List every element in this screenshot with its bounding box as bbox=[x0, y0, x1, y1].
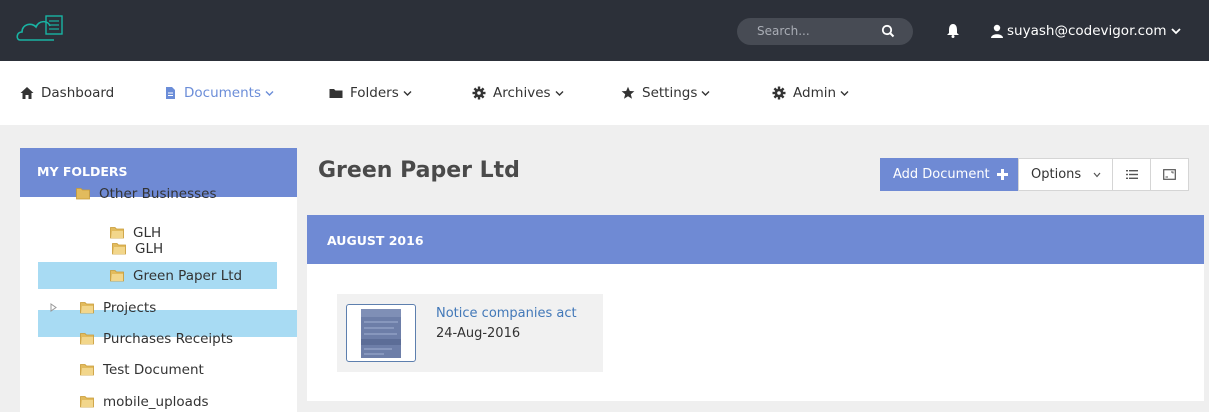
document-icon bbox=[166, 87, 175, 99]
document-name-link[interactable]: Notice companies act bbox=[436, 306, 577, 321]
nav-archives-label: Archives bbox=[493, 85, 551, 101]
nav-archives[interactable]: Archives bbox=[472, 84, 564, 102]
chevron-down-icon bbox=[265, 90, 274, 96]
tree-item-label: Other Businesses bbox=[99, 185, 217, 202]
chevron-down-icon bbox=[701, 90, 710, 96]
folder-icon bbox=[112, 243, 126, 255]
top-bar: Search... suyash@codevigor.com bbox=[0, 0, 1209, 61]
chevron-down-icon bbox=[555, 90, 564, 96]
tree-item-mobile-uploads[interactable]: mobile_uploads bbox=[80, 388, 209, 412]
nav-documents-label: Documents bbox=[184, 85, 261, 101]
user-menu[interactable]: suyash@codevigor.com bbox=[990, 21, 1181, 41]
document-thumbnail[interactable] bbox=[346, 304, 416, 362]
month-group-header: AUGUST 2016 bbox=[307, 215, 1204, 264]
chevron-down-icon bbox=[403, 90, 412, 96]
expand-arrow-icon[interactable] bbox=[50, 303, 57, 312]
folder-icon bbox=[80, 364, 94, 376]
nav-folders[interactable]: Folders bbox=[329, 84, 412, 102]
tree-item-label: GLH bbox=[135, 240, 164, 257]
tree-item-label: Purchases Receipts bbox=[103, 330, 234, 347]
plus-icon bbox=[996, 169, 1008, 180]
list-icon bbox=[1125, 170, 1138, 179]
tree-item-label: Projects bbox=[103, 299, 157, 316]
nav-admin[interactable]: Admin bbox=[772, 84, 849, 102]
tree-item-label: mobile_uploads bbox=[103, 393, 209, 410]
folder-icon bbox=[329, 89, 343, 98]
star-icon bbox=[621, 86, 635, 99]
folder-icon bbox=[76, 188, 90, 200]
folder-icon bbox=[80, 396, 94, 408]
nav-settings[interactable]: Settings bbox=[621, 84, 710, 102]
add-document-label: Add Document bbox=[893, 167, 990, 182]
page-title: Green Paper Ltd bbox=[318, 158, 520, 183]
tree-item-projects[interactable]: Projects bbox=[80, 294, 156, 321]
search-box[interactable]: Search... bbox=[737, 18, 913, 45]
gear-icon bbox=[772, 86, 786, 100]
nav-documents[interactable]: Documents bbox=[163, 84, 274, 102]
tree-item-purchases-receipts[interactable]: Purchases Receipts bbox=[80, 325, 233, 352]
nav-dashboard-label: Dashboard bbox=[41, 85, 115, 101]
gear-icon bbox=[472, 86, 486, 100]
list-view-button[interactable] bbox=[1112, 158, 1151, 191]
search-input[interactable]: Search... bbox=[757, 24, 810, 38]
expand-view-button[interactable] bbox=[1150, 158, 1189, 191]
nav-admin-label: Admin bbox=[793, 85, 837, 101]
chevron-down-icon bbox=[840, 90, 849, 96]
folder-icon bbox=[80, 302, 94, 314]
nav-settings-label: Settings bbox=[642, 85, 698, 101]
cloud-logo-icon[interactable] bbox=[14, 12, 70, 48]
nav-dashboard[interactable]: Dashboard bbox=[20, 84, 114, 102]
folder-icon bbox=[110, 270, 124, 282]
options-dropdown[interactable]: Options bbox=[1018, 158, 1113, 191]
tree-item-label: Test Document bbox=[103, 361, 204, 378]
home-icon bbox=[20, 87, 34, 99]
tree-item-other-businesses[interactable]: Other Businesses bbox=[76, 180, 217, 207]
document-card[interactable]: Notice companies act 24-Aug-2016 bbox=[337, 294, 603, 372]
chevron-down-icon bbox=[1170, 28, 1181, 35]
tree-item-label: Green Paper Ltd bbox=[133, 267, 243, 284]
tree-item-glh[interactable]: GLH bbox=[112, 235, 163, 262]
tree-item-green-paper-ltd[interactable]: Green Paper Ltd bbox=[38, 262, 277, 289]
document-preview-image bbox=[361, 309, 401, 358]
expand-icon bbox=[1163, 169, 1176, 180]
document-date: 24-Aug-2016 bbox=[436, 326, 521, 341]
user-icon bbox=[991, 24, 1003, 38]
tree-item-test-document[interactable]: Test Document bbox=[80, 356, 204, 383]
folder-icon bbox=[80, 333, 94, 345]
documents-panel: AUGUST 2016 Notice companies act 24-Aug-… bbox=[307, 215, 1204, 401]
nav-folders-label: Folders bbox=[350, 85, 399, 101]
add-document-button[interactable]: Add Document bbox=[880, 158, 1018, 191]
search-icon[interactable] bbox=[881, 24, 895, 38]
bell-icon[interactable] bbox=[946, 23, 960, 38]
chevron-down-icon bbox=[1093, 172, 1101, 177]
user-email: suyash@codevigor.com bbox=[1007, 23, 1167, 39]
main-nav: Dashboard Documents Folders Archives Set… bbox=[0, 61, 1209, 125]
options-label: Options bbox=[1031, 167, 1082, 182]
